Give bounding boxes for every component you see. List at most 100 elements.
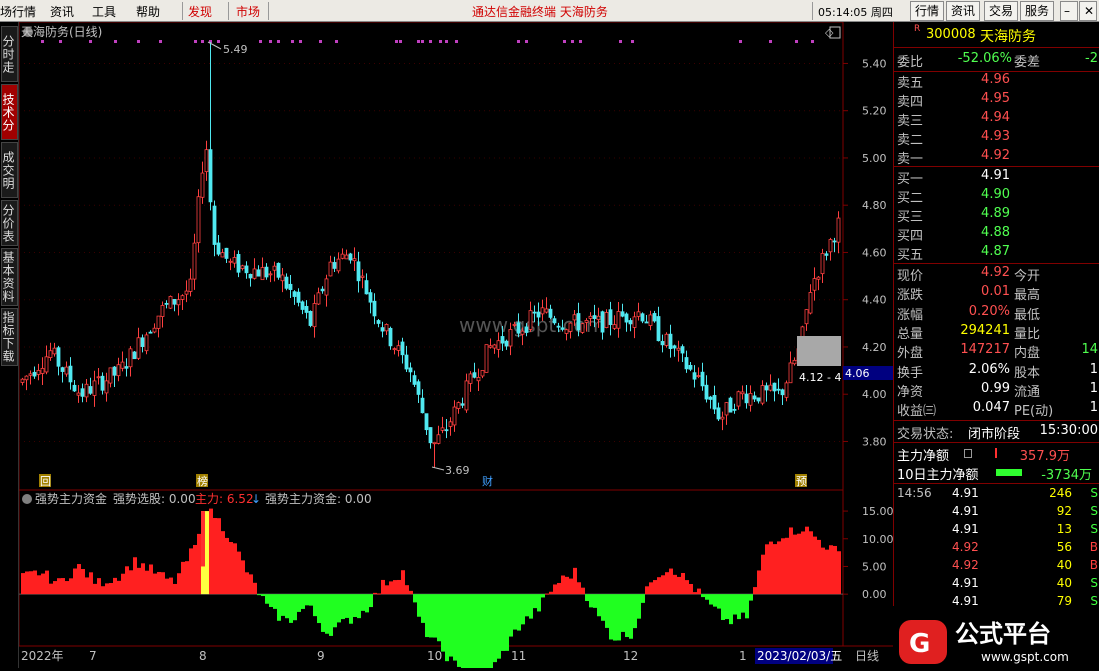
- marker-hui[interactable]: 回: [40, 475, 51, 488]
- signal-dot: [769, 40, 772, 43]
- candle-body: [584, 320, 589, 323]
- candle-body: [132, 351, 137, 360]
- detail-icon[interactable]: [964, 449, 972, 458]
- signal-dot: [319, 40, 322, 43]
- indicator-bar: [417, 594, 421, 617]
- close-icon[interactable]: ✕: [1079, 1, 1097, 21]
- indicator-bar: [685, 580, 689, 595]
- bid-label: 买四: [897, 229, 924, 244]
- bid-row[interactable]: 买二 4.90: [894, 187, 1099, 206]
- ask-row[interactable]: 卖四 4.95: [894, 91, 1099, 110]
- indicator-bar: [33, 570, 37, 595]
- btn-quote[interactable]: 行情: [910, 1, 945, 21]
- tab-indicator-download[interactable]: 指标下载: [1, 308, 18, 366]
- btn-news[interactable]: 资讯: [946, 1, 981, 21]
- xaxis-label: 10: [427, 649, 442, 663]
- indicator-bar: [821, 547, 825, 595]
- indicator-bar: [189, 548, 193, 595]
- stat-row: 净资 0.99 流通 1: [894, 381, 1099, 400]
- indicator-bar: [129, 570, 133, 595]
- ask-row[interactable]: 卖三 4.94: [894, 110, 1099, 129]
- stat-label2: 量比: [1014, 326, 1041, 342]
- marker-yu[interactable]: 预: [796, 475, 807, 488]
- tick-flag: S: [1090, 504, 1098, 518]
- menu-news[interactable]: 资讯: [50, 3, 74, 20]
- candle-body: [200, 172, 205, 198]
- candle-body: [512, 324, 517, 326]
- indicator-bar: [549, 591, 553, 595]
- marker-bang[interactable]: 榜: [197, 474, 208, 488]
- indicator-bar: [629, 594, 633, 639]
- xaxis-label: 11: [511, 649, 526, 663]
- menu-market[interactable]: 场行情: [0, 3, 36, 20]
- menu-help[interactable]: 帮助: [136, 3, 160, 20]
- logo-glyph: G: [909, 629, 930, 659]
- indicator-bar: [497, 594, 501, 659]
- indicator-bar: [693, 592, 697, 595]
- indicator-bar: [749, 594, 753, 601]
- candle-body: [24, 375, 29, 381]
- minimize-icon[interactable]: –: [1060, 1, 1078, 21]
- bid-row[interactable]: 买四 4.88: [894, 225, 1099, 244]
- candle-body: [276, 262, 281, 278]
- ask-row[interactable]: 卖一 4.92: [894, 148, 1099, 167]
- signal-dot: [811, 40, 814, 43]
- indicator-bars: [19, 508, 843, 671]
- high-label: 5.49: [223, 43, 248, 56]
- indicator-bar: [165, 578, 169, 595]
- btn-trade[interactable]: 交易: [984, 1, 1019, 21]
- indicator-v3: 强势主力资金: 0.00: [265, 491, 372, 506]
- candle-body: [772, 382, 777, 392]
- signal-dot: [41, 40, 44, 43]
- indicator-bar: [729, 594, 733, 625]
- tab-profile[interactable]: 基本资料: [1, 248, 18, 306]
- indicator-bar: [465, 594, 469, 671]
- candle-body: [164, 302, 169, 305]
- indicator-bar: [793, 534, 797, 595]
- candle-body: [444, 429, 449, 432]
- indicator-bar: [21, 573, 25, 595]
- ask-row[interactable]: 卖二 4.93: [894, 129, 1099, 148]
- candle-body: [32, 371, 37, 377]
- btn-service[interactable]: 服务: [1020, 1, 1055, 21]
- indicator-bar: [341, 594, 345, 620]
- bid-row[interactable]: 买五 4.87: [894, 244, 1099, 263]
- marker-cai[interactable]: 财: [482, 474, 493, 488]
- candle-body: [528, 310, 533, 330]
- indicator-bar: [825, 549, 829, 595]
- signal-dot: [439, 40, 442, 43]
- indicator-bar: [397, 579, 401, 595]
- indicator-bar: [609, 594, 613, 640]
- candle-body: [348, 253, 353, 261]
- candle-body: [344, 254, 349, 260]
- bid-row[interactable]: 买三 4.89: [894, 206, 1099, 225]
- low-pointer: [431, 466, 445, 471]
- indicator-bar: [477, 594, 481, 671]
- tab-intraday[interactable]: 分时走势: [1, 26, 18, 82]
- signal-dot: [277, 40, 280, 43]
- kline-chart-svg[interactable]: 天海防务(日线) ◇ www.gspt.com 5.49 3.69 4.12 -…: [18, 21, 894, 671]
- signal-dot: [631, 40, 634, 43]
- indicator-bar: [229, 542, 233, 595]
- menu-tools[interactable]: 工具: [92, 3, 116, 20]
- signal-dot: [335, 40, 338, 43]
- menu-quote-market[interactable]: 市场: [236, 3, 260, 20]
- indicator-bar: [205, 511, 209, 595]
- menu-discover[interactable]: 发现: [188, 3, 212, 20]
- candle-body: [48, 350, 53, 359]
- period-label[interactable]: 日线: [855, 649, 879, 663]
- indicator-bar: [149, 564, 153, 595]
- chevron-down-icon[interactable]: [22, 494, 32, 504]
- candle-body: [544, 308, 549, 313]
- ask-price: 4.95: [981, 91, 1010, 106]
- tab-trades[interactable]: 成交明细: [1, 142, 18, 198]
- stat-label2: 流通: [1014, 384, 1041, 400]
- candle-body: [100, 375, 105, 391]
- tab-technical[interactable]: 技术分析: [1, 84, 18, 140]
- bid-price: 4.88: [981, 225, 1010, 240]
- ask-row[interactable]: 卖五 4.96: [894, 72, 1099, 91]
- bid-row[interactable]: 买一 4.91: [894, 168, 1099, 187]
- tab-price-table[interactable]: 分价表: [1, 200, 18, 246]
- chart-area[interactable]: 天海防务(日线) ◇ www.gspt.com 5.49 3.69 4.12 -…: [18, 21, 894, 671]
- indicator-bar: [597, 594, 601, 617]
